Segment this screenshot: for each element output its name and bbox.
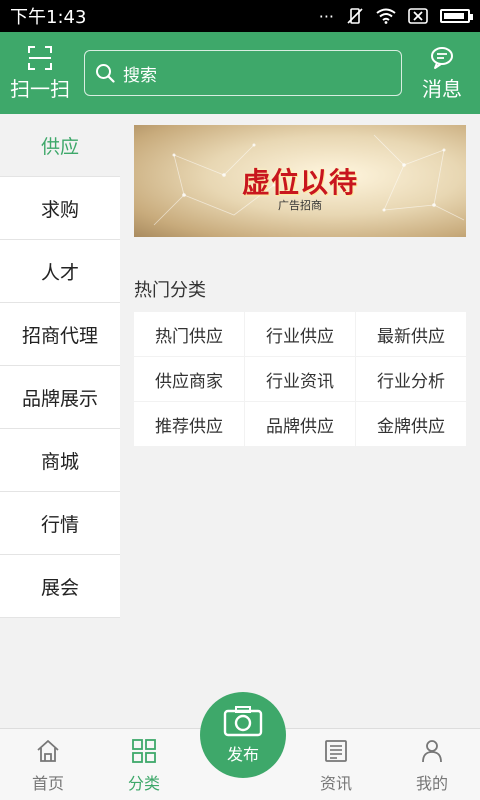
battery-icon (440, 9, 473, 23)
nav-news[interactable]: 资讯 (288, 729, 384, 800)
category-cell[interactable]: 行业分析 (356, 357, 466, 401)
section-title: 热门分类 (134, 280, 206, 301)
news-icon (325, 740, 347, 762)
chat-bubble-icon (431, 46, 453, 69)
category-cell[interactable]: 行业供应 (245, 312, 355, 356)
nav-mine[interactable]: 我的 (384, 729, 480, 800)
sidebar-item-talent[interactable]: 人才 (0, 240, 120, 303)
message-label: 消息 (422, 76, 462, 101)
nav-category-label: 分类 (127, 774, 160, 793)
hot-category-grid: 热门供应 行业供应 最新供应 供应商家 行业资讯 行业分析 推荐供应 品牌供应 … (134, 312, 466, 446)
scan-label: 扫一扫 (10, 76, 70, 101)
status-time: 下午1:43 (10, 7, 87, 28)
ad-banner[interactable]: 虚位以待 广告招商 (134, 125, 466, 237)
user-icon (422, 740, 442, 763)
nav-home[interactable]: 首页 (0, 729, 96, 800)
category-cell[interactable]: 最新供应 (356, 312, 466, 356)
category-cell[interactable]: 金牌供应 (356, 402, 466, 446)
scan-icon (28, 45, 52, 70)
scan-button[interactable]: 扫一扫 (10, 45, 70, 102)
search-placeholder: 搜索 (123, 65, 157, 86)
category-cell[interactable]: 行业资讯 (245, 357, 355, 401)
app-header: 扫一扫 搜索 消息 (0, 32, 480, 114)
category-cell[interactable]: 品牌供应 (245, 402, 355, 446)
nav-category[interactable]: 分类 (96, 729, 192, 800)
banner-title: 虚位以待 (241, 166, 358, 199)
publish-button[interactable]: 发布 (200, 692, 286, 778)
home-icon (37, 740, 59, 762)
message-button[interactable]: 消息 (414, 45, 470, 102)
category-cell[interactable]: 推荐供应 (134, 402, 244, 446)
vibrate-off-icon (346, 7, 364, 25)
sidebar-item-mall[interactable]: 商城 (0, 429, 120, 492)
sidebar-item-purchase[interactable]: 求购 (0, 177, 120, 240)
nav-mine-label: 我的 (415, 774, 448, 793)
status-bar: 下午1:43 ··· (0, 0, 480, 32)
sidebar-item-expo[interactable]: 展会 (0, 555, 120, 618)
sidebar-item-agency[interactable]: 招商代理 (0, 303, 120, 366)
category-cell[interactable]: 热门供应 (134, 312, 244, 356)
sidebar-item-brand[interactable]: 品牌展示 (0, 366, 120, 429)
sidebar-item-market[interactable]: 行情 (0, 492, 120, 555)
status-icons: ··· (318, 6, 473, 26)
wifi-icon (376, 8, 396, 24)
nav-home-label: 首页 (31, 774, 64, 793)
category-cell[interactable]: 供应商家 (134, 357, 244, 401)
grid-icon (132, 739, 156, 763)
search-input[interactable]: 搜索 (84, 50, 402, 96)
publish-label: 发布 (226, 745, 259, 764)
dots-icon: ··· (318, 6, 334, 26)
category-sidebar: 供应 求购 人才 招商代理 品牌展示 商城 行情 展会 (0, 114, 120, 618)
nav-news-label: 资讯 (319, 774, 352, 793)
sidebar-item-supply[interactable]: 供应 (0, 114, 120, 177)
camera-icon (223, 706, 263, 737)
banner-subtitle: 广告招商 (278, 199, 322, 212)
search-icon (96, 64, 115, 83)
sim-off-icon (408, 8, 428, 24)
